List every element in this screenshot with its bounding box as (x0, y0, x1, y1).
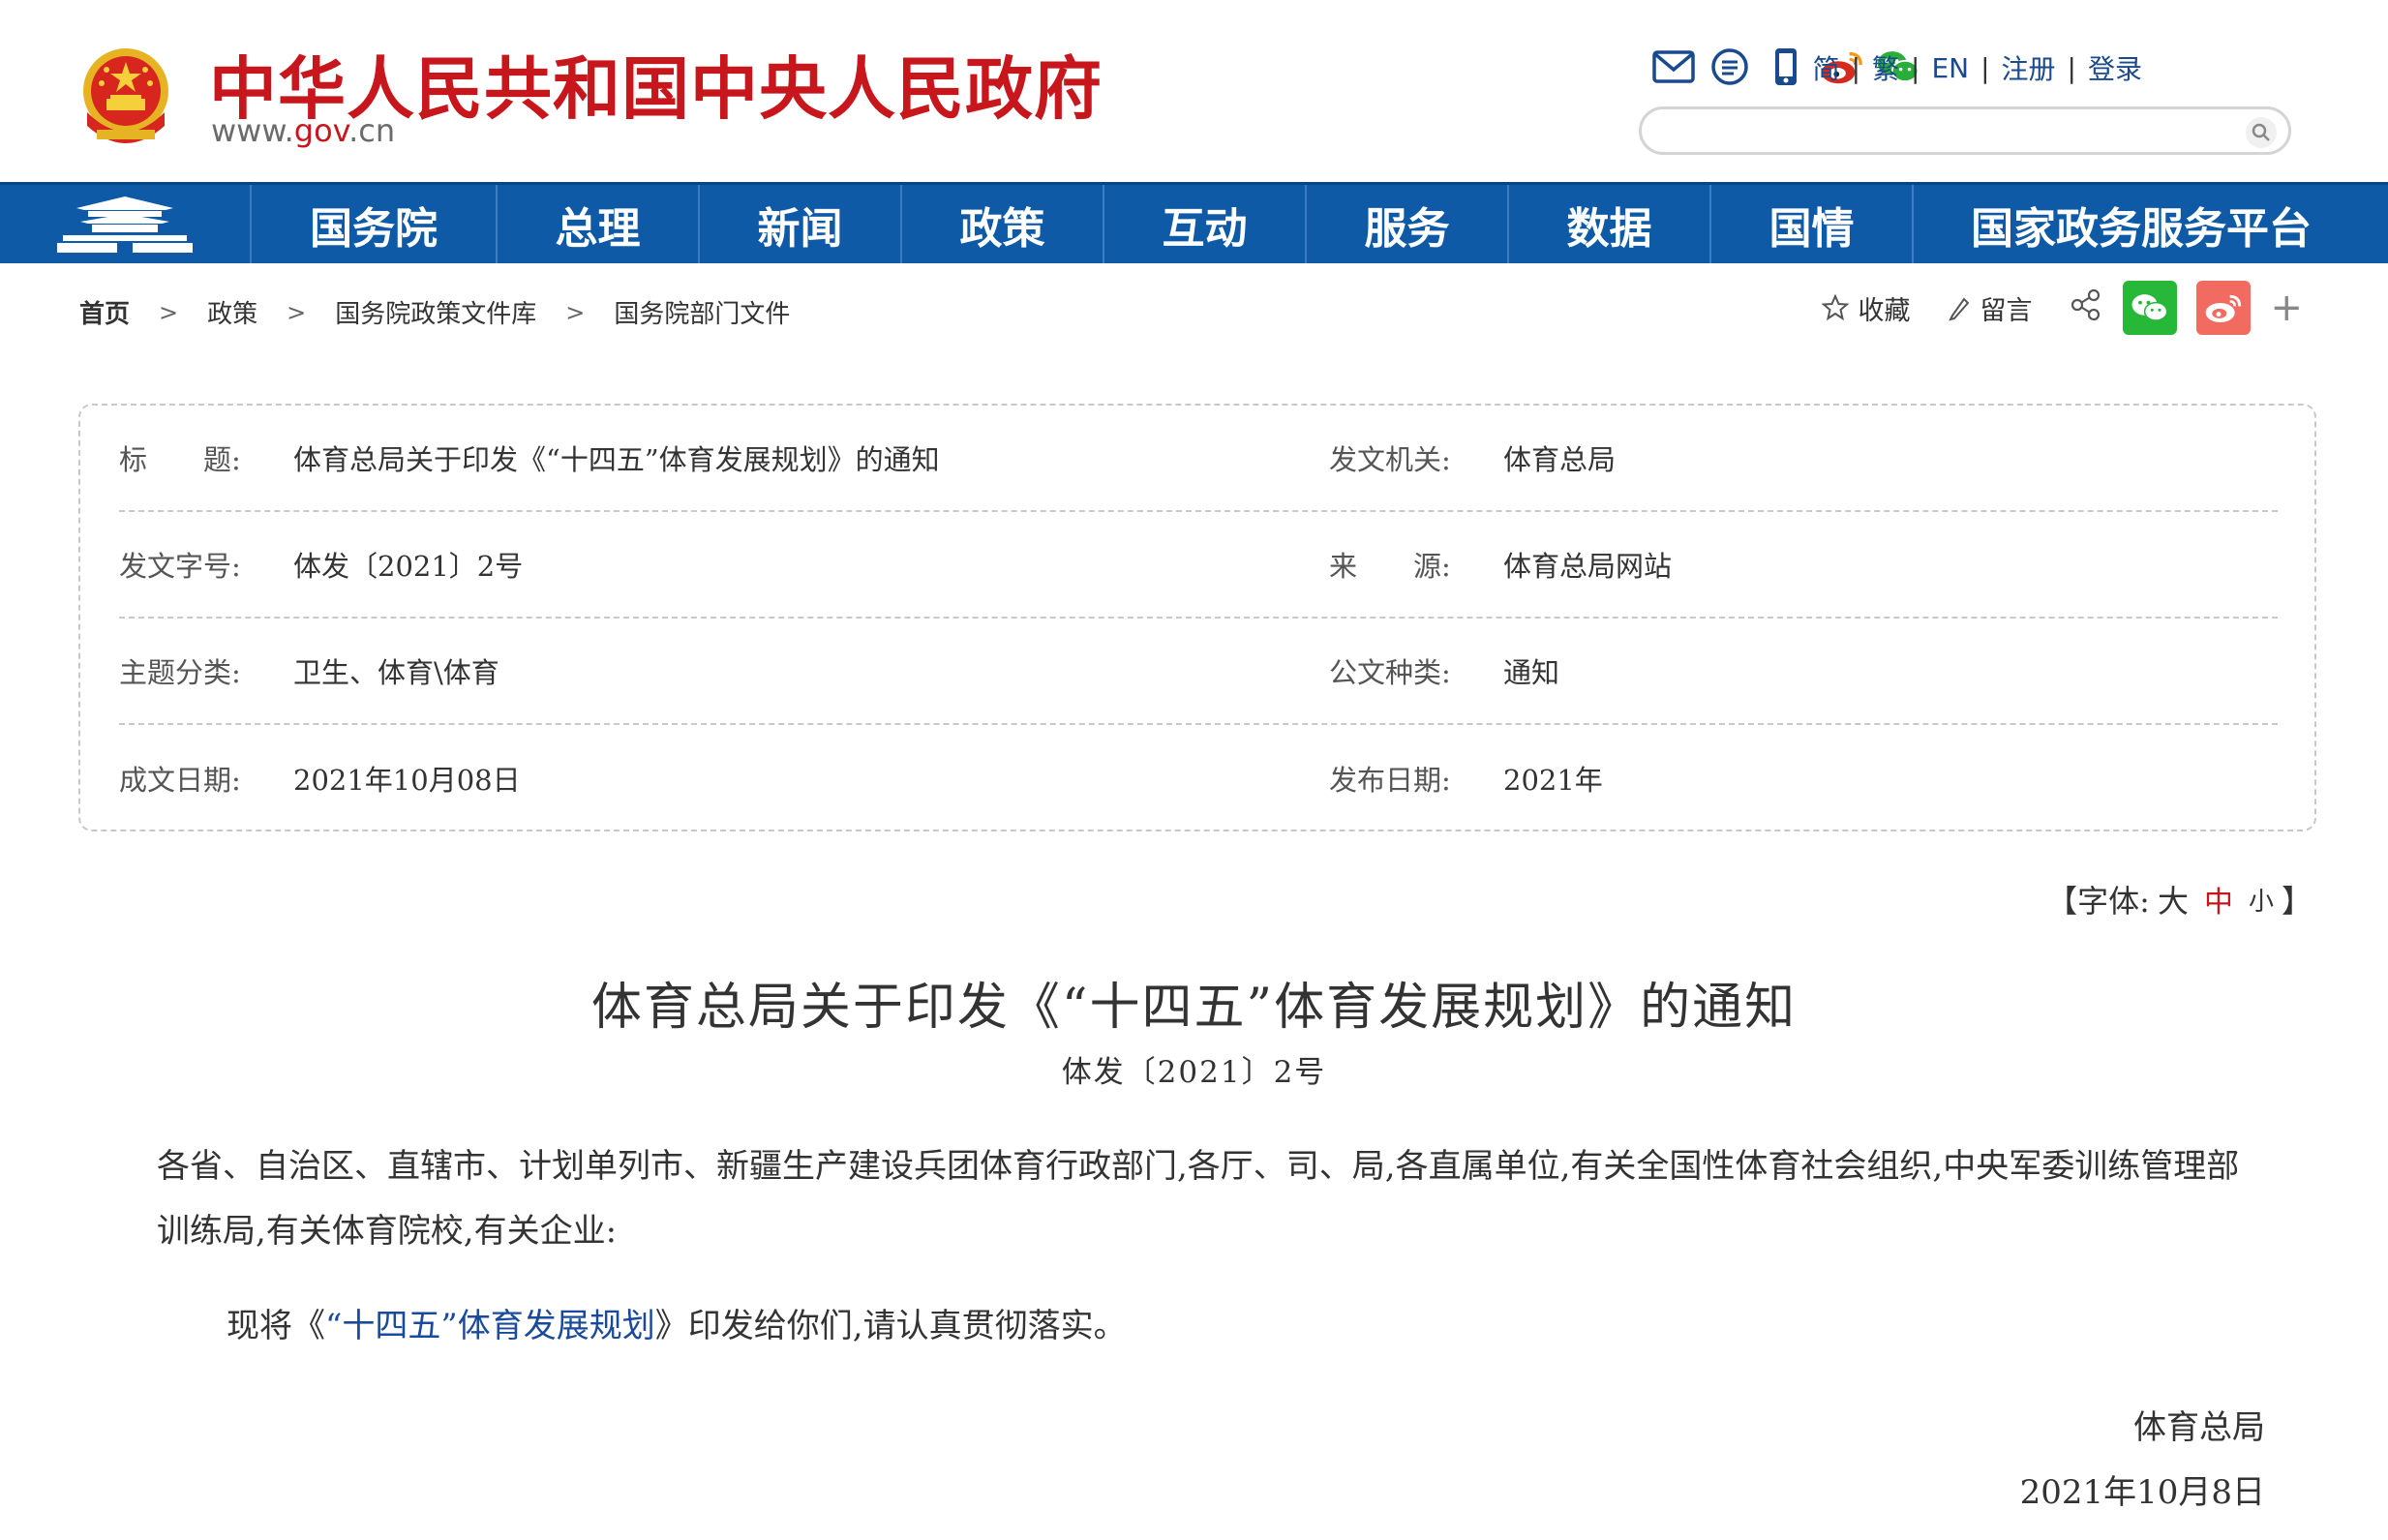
traditional-chinese-link[interactable]: 繁 (1872, 48, 1899, 87)
nav-item-news[interactable]: 新闻 (700, 185, 902, 263)
font-size-label: 【字体: (2046, 883, 2150, 920)
info-cell: 发文字号: 体发〔2021〕2号 (119, 544, 1329, 585)
link-separator: | (1911, 51, 1920, 84)
recipients-paragraph: 各省、自治区、直辖市、计划单列市、新疆生产建设兵团体育行政部门,各厅、司、局,各… (157, 1147, 2240, 1251)
nav-item-national-conditions[interactable]: 国情 (1711, 185, 1914, 263)
site-url[interactable]: www.gov.cn (211, 112, 395, 149)
mobile-icon[interactable] (1764, 45, 1808, 89)
wechat-share-icon[interactable] (2123, 281, 2178, 335)
simplified-chinese-link[interactable]: 简 (1813, 48, 1840, 87)
info-value: 卫生、体育\体育 (293, 656, 499, 689)
body-paragraph: 现将《“十四五”体育发展规划》印发给你们,请认真贯彻落实。 (227, 1299, 1127, 1346)
english-link[interactable]: EN (1931, 52, 1969, 84)
breadcrumb-policy[interactable]: 政策 (207, 294, 257, 330)
main-nav: 国务院 总理 新闻 政策 互动 服务 数据 国情 国家政务服务平台 (0, 182, 2388, 263)
mail-icon[interactable] (1651, 45, 1696, 89)
nav-item-service-platform[interactable]: 国家政务服务平台 (1914, 185, 2369, 263)
article-title: 体育总局关于印发《“十四五”体育发展规划》的通知 (590, 979, 1798, 1037)
tiananmen-icon[interactable] (0, 185, 252, 263)
share-bar: 收藏 留言 + (1821, 281, 2303, 335)
info-label: 公文种类: (1329, 656, 1451, 689)
star-icon (1821, 293, 1851, 321)
pencil-icon (1949, 297, 1970, 321)
info-label: 发文机关: (1329, 443, 1451, 476)
favorite-label: 收藏 (1858, 295, 1911, 326)
info-value: 体育总局关于印发《“十四五”体育发展规划》的通知 (293, 443, 940, 476)
site-url-suffix: .cn (348, 112, 396, 149)
info-value: 体育总局 (1503, 443, 1617, 476)
chevron-right-icon: > (287, 298, 307, 326)
info-label: 标 题: (119, 443, 241, 476)
plan-document-link[interactable]: “十四五”体育发展规划 (325, 1307, 655, 1345)
info-cell: 主题分类: 卫生、体育\体育 (119, 650, 1329, 691)
font-size-small-button[interactable]: 小 (2249, 882, 2274, 918)
weibo-share-icon[interactable] (2196, 281, 2252, 335)
info-cell: 成文日期: 2021年10月08日 (119, 758, 1329, 799)
search-input[interactable] (1661, 115, 2222, 146)
chevron-right-icon: > (565, 298, 586, 326)
link-separator: | (1980, 51, 1990, 84)
font-size-medium-button[interactable]: 中 (2204, 878, 2233, 921)
info-label: 发布日期: (1329, 764, 1451, 797)
info-cell: 公文种类: 通知 (1329, 650, 1559, 691)
message-icon[interactable] (1708, 45, 1752, 89)
search-icon[interactable] (2246, 117, 2277, 148)
signature-organization: 体育总局 (2133, 1408, 2265, 1447)
info-row: 标 题: 体育总局关于印发《“十四五”体育发展规划》的通知 发文机关: 体育总局 (119, 406, 2278, 512)
more-share-button[interactable]: + (2270, 286, 2303, 330)
font-size-selector: 【字体: 大 中 小 】 (2046, 877, 2312, 921)
favorite-button[interactable]: 收藏 (1821, 289, 1910, 327)
info-cell: 发布日期: 2021年 (1329, 758, 1603, 799)
document-number: 体发〔2021〕2号 (1061, 1055, 1327, 1090)
nav-item-data[interactable]: 数据 (1509, 185, 1711, 263)
font-size-large-button[interactable]: 大 (2158, 877, 2189, 921)
signature-date: 2021年10月8日 (2019, 1473, 2265, 1512)
nav-item-interaction[interactable]: 互动 (1104, 185, 1307, 263)
info-value: 体育总局网站 (1503, 550, 1673, 583)
body-suffix: 》印发给你们,请认真贯彻落实。 (654, 1307, 1127, 1345)
national-emblem-icon[interactable] (77, 45, 174, 153)
nav-item-state-council[interactable]: 国务院 (252, 185, 498, 263)
link-separator: | (1851, 51, 1860, 84)
font-size-close-bracket: 】 (2281, 883, 2312, 920)
breadcrumb-home[interactable]: 首页 (79, 294, 130, 330)
breadcrumb-department-docs[interactable]: 国务院部门文件 (614, 294, 790, 330)
nav-item-policy[interactable]: 政策 (902, 185, 1104, 263)
nav-item-services[interactable]: 服务 (1307, 185, 1509, 263)
breadcrumb: 首页 > 政策 > 国务院政策文件库 > 国务院部门文件 (79, 294, 790, 330)
info-row: 成文日期: 2021年10月08日 发布日期: 2021年 (119, 725, 2278, 831)
breadcrumb-policy-library[interactable]: 国务院政策文件库 (335, 294, 536, 330)
info-value: 体发〔2021〕2号 (293, 550, 524, 583)
register-link[interactable]: 注册 (2002, 48, 2056, 87)
site-url-prefix: www. (211, 112, 294, 149)
language-links: 简 | 繁 | EN | 注册 | 登录 (1813, 48, 2142, 87)
info-cell: 来 源: 体育总局网站 (1329, 544, 1672, 585)
info-value: 2021年 (1503, 764, 1603, 797)
info-row: 主题分类: 卫生、体育\体育 公文种类: 通知 (119, 619, 2278, 725)
nav-item-premier[interactable]: 总理 (498, 185, 700, 263)
search-box (1639, 106, 2291, 155)
site-url-gov: gov (293, 112, 349, 149)
info-row: 发文字号: 体发〔2021〕2号 来 源: 体育总局网站 (119, 512, 2278, 619)
info-value: 通知 (1503, 656, 1560, 689)
login-link[interactable]: 登录 (2088, 48, 2142, 87)
info-label: 成文日期: (119, 764, 241, 797)
chevron-right-icon: > (159, 298, 179, 326)
info-cell: 标 题: 体育总局关于印发《“十四五”体育发展规划》的通知 (119, 438, 1329, 478)
info-cell: 发文机关: 体育总局 (1329, 438, 1616, 478)
share-icon[interactable] (2069, 287, 2103, 329)
info-label: 主题分类: (119, 656, 241, 689)
info-label: 来 源: (1329, 550, 1451, 583)
info-label: 发文字号: (119, 550, 241, 583)
info-value: 2021年10月08日 (293, 764, 521, 797)
document-info-table: 标 题: 体育总局关于印发《“十四五”体育发展规划》的通知 发文机关: 体育总局… (78, 404, 2316, 831)
comment-label: 留言 (1980, 295, 2033, 326)
body-prefix: 现将《 (227, 1307, 325, 1345)
comment-button[interactable]: 留言 (1947, 289, 2032, 327)
link-separator: | (2067, 51, 2076, 84)
site-header: 中华人民共和国中央人民政府 www.gov.cn 简 | 繁 | EN | 注册… (0, 0, 2388, 182)
